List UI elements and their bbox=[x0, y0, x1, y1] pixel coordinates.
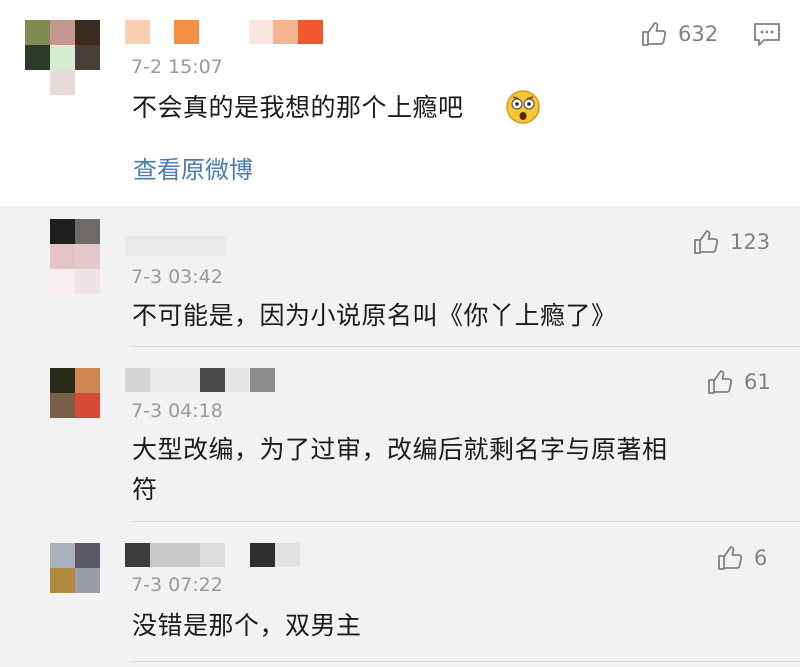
reply-text-continued: 符 bbox=[132, 475, 158, 504]
reply-timestamp: 7-3 04:18 bbox=[131, 400, 223, 422]
like-button[interactable]: 6 bbox=[716, 544, 767, 572]
divider bbox=[130, 661, 800, 662]
thumbs-up-icon bbox=[642, 22, 667, 46]
main-comment: 7-2 15:07 不会真的是我想的那个上瘾吧 查看原微博 632 bbox=[0, 0, 800, 206]
avatar[interactable] bbox=[50, 543, 100, 593]
like-count: 123 bbox=[730, 230, 771, 254]
avatar[interactable] bbox=[25, 20, 100, 95]
username-redacted[interactable] bbox=[125, 20, 323, 44]
comment-text: 不会真的是我想的那个上瘾吧 bbox=[132, 93, 464, 122]
thumbs-up-icon bbox=[708, 370, 733, 394]
reply-text: 大型改编，为了过审，改编后就剩名字与原著相 bbox=[132, 435, 668, 464]
like-button[interactable]: 632 bbox=[640, 20, 718, 48]
comment-reply-icon[interactable] bbox=[753, 22, 781, 48]
like-button[interactable]: 61 bbox=[706, 368, 771, 396]
username-redacted[interactable] bbox=[125, 236, 225, 256]
like-count: 61 bbox=[744, 370, 771, 394]
reply-text: 没错是那个，双男主 bbox=[132, 611, 362, 640]
avatar[interactable] bbox=[50, 219, 100, 294]
replies-list: 7-3 03:42 不可能是，因为小说原名叫《你丫上瘾了》 123 7-3 04… bbox=[0, 206, 800, 667]
thumbs-up-icon bbox=[718, 546, 743, 570]
like-count: 6 bbox=[754, 546, 768, 570]
reply-timestamp: 7-3 07:22 bbox=[131, 574, 223, 596]
view-original-link[interactable]: 查看原微博 bbox=[133, 150, 253, 185]
username-redacted[interactable] bbox=[125, 368, 275, 392]
shocked-face-emoji bbox=[506, 90, 540, 124]
avatar[interactable] bbox=[50, 368, 100, 418]
thumbs-up-icon bbox=[694, 230, 719, 254]
like-button[interactable]: 123 bbox=[692, 228, 770, 256]
comment-timestamp: 7-2 15:07 bbox=[131, 56, 223, 78]
like-count: 632 bbox=[678, 22, 719, 46]
reply-text: 不可能是，因为小说原名叫《你丫上瘾了》 bbox=[132, 301, 617, 330]
divider bbox=[130, 346, 800, 347]
username-redacted[interactable] bbox=[125, 543, 300, 567]
divider bbox=[130, 521, 800, 522]
reply-timestamp: 7-3 03:42 bbox=[131, 266, 223, 288]
